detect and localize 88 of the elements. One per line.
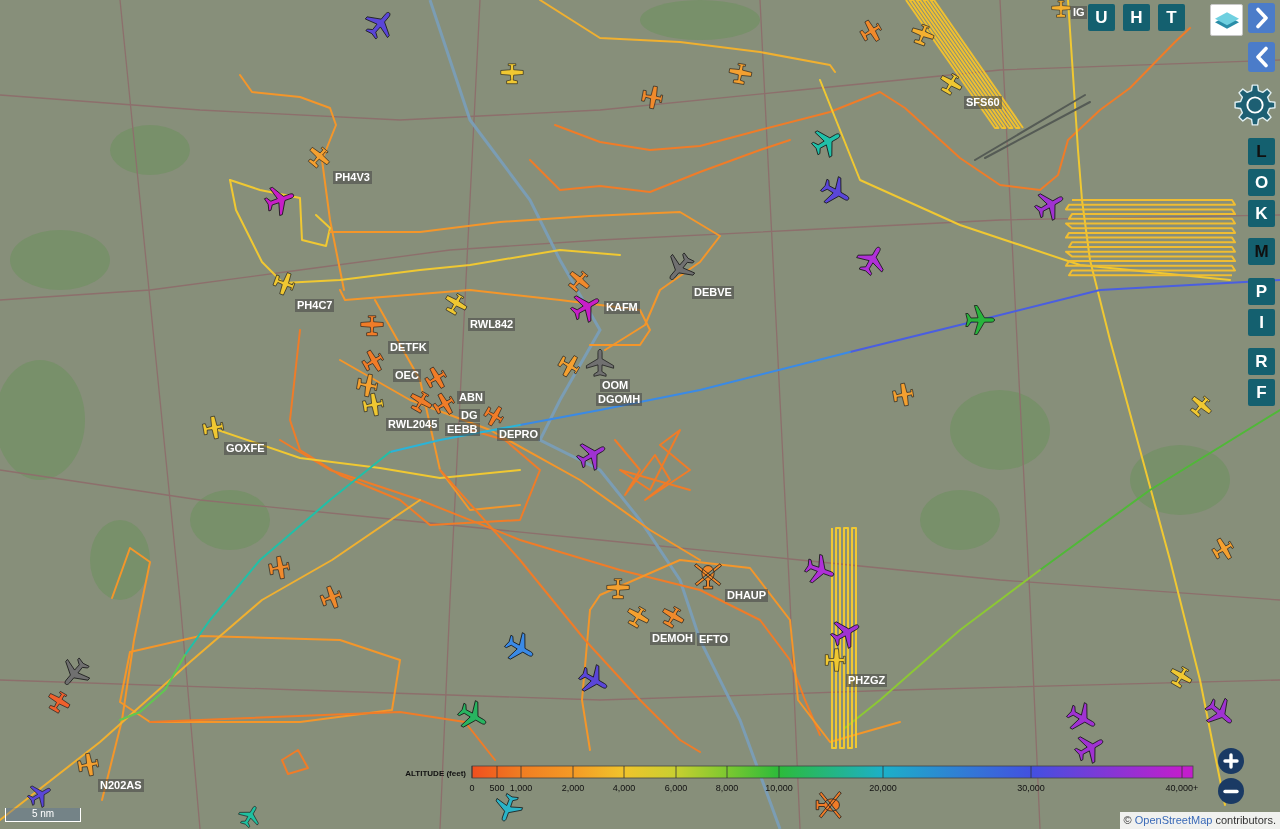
map-toggle-button[interactable]: O [1248,169,1275,196]
callsign-label: PH4V3 [333,171,372,184]
map-toggle-button[interactable]: U [1088,4,1115,31]
airplane-icon[interactable] [431,393,455,417]
helicopter-icon[interactable] [815,790,845,820]
scale-bar: 5 nm [5,808,81,822]
chevron-left-icon [1254,46,1269,68]
callsign-label: IG [1071,6,1087,19]
airplane-icon[interactable] [306,146,330,170]
airplane-icon[interactable] [443,293,467,317]
airplane-icon[interactable] [408,391,432,415]
plus-icon [1222,752,1240,770]
map-toggle-button[interactable]: I [1248,309,1275,336]
legend-tick-label: 20,000 [869,783,897,793]
callsign-label: DGOMH [596,393,643,406]
legend-tick-label: 4,000 [612,783,636,793]
airplane-icon[interactable] [822,648,846,672]
legend-tick-label: 30,000 [1017,783,1045,793]
airplane-icon[interactable] [890,383,914,407]
callsign-label: PH4C7 [295,299,335,312]
airplane-icon[interactable] [625,606,649,630]
airplane-icon[interactable] [1051,0,1071,20]
legend-tick-label: 40,000+ [1165,783,1199,793]
callsign-label: DEBVE [692,286,734,299]
callsign-label: DEMOH [650,632,695,645]
minus-icon [1223,788,1239,794]
airplane-icon[interactable] [360,393,384,417]
legend-tick-label: 1,000 [509,783,533,793]
attribution-text: © OpenStreetMap contributors. [1119,812,1280,829]
legend-tick-label: 10,000 [765,783,793,793]
airplane-icon[interactable] [804,554,836,586]
airplane-icon[interactable] [27,782,53,808]
callsign-label: N202AS [98,779,144,792]
callsign-label: EFTO [697,633,731,646]
airplane-icon[interactable] [264,184,296,216]
settings-icon[interactable] [1232,83,1278,127]
legend-tick-label: 500 [489,783,505,793]
legend-title: ALTITUDE (feet) [405,769,466,778]
callsign-label: GOXFE [224,442,267,455]
callsign-label: OOM [600,379,631,392]
collapse-button[interactable] [1248,42,1275,72]
airplane-icon[interactable] [556,353,580,377]
airplane-icon[interactable] [271,271,295,295]
callsign-label: DETFK [388,341,429,354]
airplane-icon[interactable] [1210,538,1234,562]
legend-tick-label: 0 [469,783,475,793]
map-toggle-button[interactable]: R [1248,348,1275,375]
airplane-icon[interactable] [728,63,752,87]
legend-tick-label: 8,000 [715,783,739,793]
airplane-icon[interactable] [354,373,378,397]
airplane-icon[interactable] [1188,395,1212,419]
callsign-label: KAFM [604,301,640,314]
airplane-icon[interactable] [238,804,262,828]
callsign-label: RWL2045 [386,418,440,431]
map-toggle-button[interactable]: K [1248,200,1275,227]
airplane-icon[interactable] [938,73,962,97]
airplane-icon[interactable] [200,416,224,440]
layers-icon [1214,11,1239,29]
airplane-icon[interactable] [75,753,99,777]
airplane-icon[interactable] [500,63,524,87]
expand-button[interactable] [1248,3,1275,33]
legend-tick-label: 2,000 [561,783,585,793]
map-toggle-button[interactable]: F [1248,379,1275,406]
legend-tick-label: 6,000 [664,783,688,793]
callsign-label: RWL842 [468,318,516,331]
callsign-label: EEBB [445,423,480,436]
airplane-icon[interactable] [858,20,882,44]
airplane-icon[interactable] [606,578,630,602]
callsign-label: PHZGZ [846,674,888,687]
airplane-icon[interactable] [1168,666,1192,690]
layers-button[interactable] [1210,4,1243,36]
helicopter-icon[interactable] [693,560,723,590]
airplane-icon[interactable] [585,348,615,378]
callsign-label: ABN [457,391,485,404]
openstreetmap-link[interactable]: OpenStreetMap [1134,814,1213,826]
map-toggle-button[interactable]: H [1123,4,1150,31]
callsign-label: DG [459,409,480,422]
airplane-icon[interactable] [660,606,684,630]
map-toggle-button[interactable]: T [1158,4,1185,31]
callsign-label: SFS60 [964,96,1002,109]
callsign-label: OEC [393,369,421,382]
map-toggle-button[interactable]: P [1248,278,1275,305]
callsign-label: DHAUP [725,589,769,602]
airplane-icon[interactable] [910,24,934,48]
airplane-icon[interactable] [964,304,996,336]
chevron-right-icon [1254,7,1269,29]
airplane-icon[interactable] [493,793,523,823]
callsign-label: DEPRO [497,428,541,441]
